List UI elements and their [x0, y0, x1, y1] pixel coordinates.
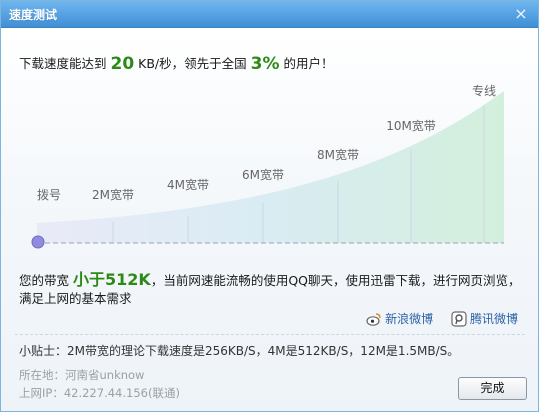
chart-label-2: 4M宽带	[167, 177, 209, 192]
title-bar[interactable]: 速度测试 ×	[1, 1, 538, 28]
bandwidth-prefix: 您的带宽	[19, 273, 70, 288]
rank-percent-value: 3%	[250, 54, 280, 74]
chart-label-1: 2M宽带	[92, 187, 134, 202]
divider	[15, 334, 525, 335]
bandwidth-summary: 您的带宽 小于512K，当前网速能流畅的使用QQ聊天，使用迅雷下载，进行网页浏览…	[19, 271, 524, 308]
share-sina-label: 新浪微博	[385, 312, 434, 326]
speed-test-window: 速度测试 × 下载速度能达到 20 KB/秒，领先于全国 3% 的用户！ 拨号 2…	[0, 0, 539, 412]
ip-text: 上网IP：42.227.44.156(联通)	[19, 386, 180, 400]
tip-text: 小贴士：2M带宽的理论下载速度是256KB/S，4M是512KB/S，12M是1…	[19, 344, 460, 358]
chart-label-3: 6M宽带	[242, 167, 284, 182]
chart-label-5: 10M宽带	[386, 118, 436, 133]
share-tencent-label: 腾讯微博	[469, 312, 518, 326]
chart-label-0: 拨号	[37, 188, 61, 202]
headline-middle: KB/秒，领先于全国	[138, 56, 247, 71]
headline-suffix: 的用户！	[283, 56, 334, 71]
share-row: 新浪微博 腾讯微博	[352, 310, 518, 328]
done-button[interactable]: 完成	[458, 377, 527, 400]
bandwidth-chart: 拨号 2M宽带 4M宽带 6M宽带 8M宽带 10M宽带 专线	[31, 83, 504, 249]
download-speed-value: 20	[110, 54, 135, 74]
bandwidth-value: 小于512K	[73, 270, 151, 289]
share-tencent-link[interactable]: 腾讯微博	[451, 310, 518, 327]
window-title: 速度测试	[9, 8, 58, 22]
chart-label-4: 8M宽带	[317, 147, 359, 162]
chart-label-6: 专线	[472, 83, 496, 98]
bandwidth-curve-area	[37, 91, 504, 243]
sina-weibo-icon	[366, 313, 381, 326]
close-icon[interactable]: ×	[512, 5, 530, 23]
speed-headline: 下载速度能达到 20 KB/秒，领先于全国 3% 的用户！	[19, 53, 334, 74]
current-speed-marker	[31, 235, 45, 249]
location-text: 所在地：河南省unknow	[19, 368, 145, 382]
share-sina-link[interactable]: 新浪微博	[366, 310, 433, 327]
headline-prefix: 下载速度能达到	[19, 56, 107, 71]
tencent-weibo-icon	[451, 311, 467, 327]
